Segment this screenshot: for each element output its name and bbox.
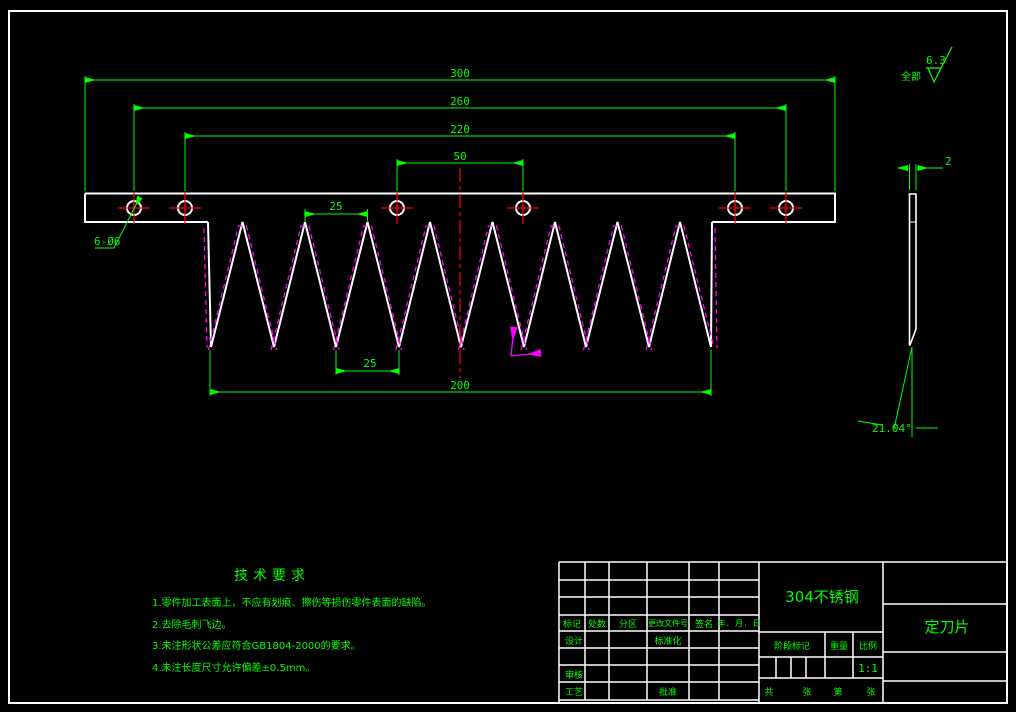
tech-req-item: 3.未注形状公差应符合GB1804-2000的要求。	[152, 639, 361, 652]
tech-requirements-title: 技术要求	[234, 568, 310, 584]
side-view-outline	[908, 193, 917, 346]
tech-req-item: 4.未注长度尺寸允许偏差±0.5mm。	[152, 661, 315, 674]
dim-center-span: 50	[453, 150, 466, 163]
tech-req-item: 1.零件加工表面上，不应有划痕、擦伤等损伤零件表面的缺陷。	[152, 596, 432, 609]
role-review: 审核	[565, 669, 583, 681]
role-design: 设计	[565, 635, 583, 647]
sheet-no-unit: 张	[866, 687, 875, 698]
drawing-canvas: 300 260 220 50 25 25 200 6-Ø6 2 21.04° 6…	[8, 10, 1008, 704]
tech-req-item: 2.去除毛刺飞边。	[152, 618, 232, 631]
rev-header-date: 年. 月. 日	[717, 618, 760, 628]
rev-header-signature: 签名	[695, 618, 713, 630]
thickness-dim	[897, 164, 943, 190]
role-standardization: 标准化	[654, 635, 681, 647]
sheet-total-label: 共	[764, 687, 773, 698]
dim-tooth-pitch-bottom: 25	[363, 357, 376, 370]
side-view: 2 21.04°	[857, 155, 952, 437]
dim-overall-length: 300	[450, 67, 470, 80]
rev-header-count: 处数	[588, 618, 606, 630]
role-process: 工艺	[565, 687, 583, 698]
material-label: 304不锈钢	[785, 588, 859, 606]
dim-hole-span-inner: 220	[450, 123, 470, 136]
rev-header-docno: 更改文件号	[648, 618, 688, 628]
rev-header-mark: 标记	[563, 618, 581, 630]
roughness-value: 6.3	[926, 54, 946, 67]
scale-value: 1:1	[858, 662, 878, 675]
tech-requirements: 技术要求 1.零件加工表面上，不应有划痕、擦伤等损伤零件表面的缺陷。 2.去除毛…	[152, 568, 432, 674]
part-name: 定刀片	[924, 618, 969, 636]
dim-thickness: 2	[945, 155, 952, 168]
rev-header-zone: 分区	[619, 619, 637, 630]
roughness-scope: 全部	[901, 70, 921, 83]
cad-drawing-page: 300 260 220 50 25 25 200 6-Ø6 2 21.04° 6…	[0, 0, 1016, 712]
dim-tooth-pitch-top: 25	[329, 200, 342, 213]
stage-mark-label: 阶段标记	[774, 640, 810, 652]
dim-tooth-span: 200	[450, 379, 470, 392]
dim-hole-span-outer: 260	[450, 95, 470, 108]
surface-finish-note: 6.3 全部	[901, 46, 953, 84]
scale-label: 比例	[859, 640, 877, 652]
sheet-total-unit: 张	[802, 687, 811, 698]
role-approve: 批准	[659, 686, 677, 698]
holes-callout-label: 6-Ø6	[94, 235, 121, 248]
dim-edge-angle: 21.04°	[872, 422, 912, 435]
main-view: 300 260 220 50 25 25 200 6-Ø6	[84, 67, 836, 396]
weight-label: 重量	[830, 640, 848, 652]
sheet-no-label: 第	[833, 686, 842, 698]
